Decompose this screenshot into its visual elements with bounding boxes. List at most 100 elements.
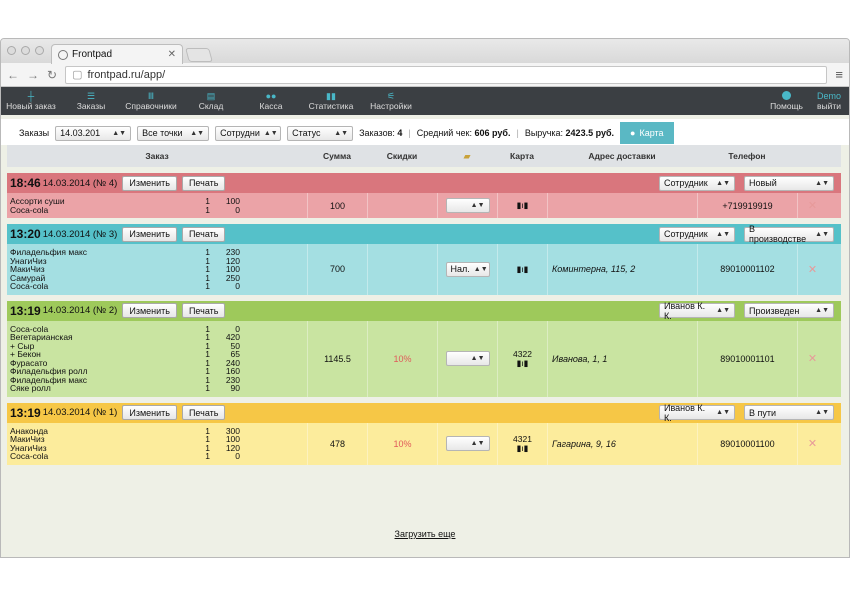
order-sum: 100 [307,193,367,218]
payment-select[interactable]: ▲▼ [445,351,490,366]
nav-item-0[interactable]: ┼ Новый заказ [1,91,61,111]
nav-item-3[interactable]: ▤ Склад [181,91,241,111]
average-check: Средний чек: 606 руб. [416,128,511,138]
order-status-select[interactable]: Произведен ▲▼ [744,303,834,318]
order-item: Вегетарианская 1 420 [10,332,240,342]
edit-button[interactable]: Изменить [122,405,177,420]
nav-item-5[interactable]: ▮▮ Статистика [301,91,361,111]
order-staff-select[interactable]: Сотрудник ▲▼ [659,175,735,191]
edit-button[interactable]: Изменить [122,175,177,191]
order-card: 13:19 14.03.2014 (№ 1) Изменить Печать Ивано… [7,402,841,465]
delete-icon[interactable]: ✕ [808,352,817,365]
payment-select[interactable]: ▲▼ [445,436,490,451]
order-status-select[interactable]: В производстве ▲▼ [744,224,834,244]
main-nav: ┼ Новый заказ ☰ Заказы Ⅲ Справочники ▤ Склад ●● К… [1,87,849,115]
url-field[interactable]: ▢ frontpad.ru/app/ [65,65,828,84]
delete-icon[interactable]: ✕ [808,437,817,450]
order-date: 14.03.2014 (№ 1) [42,407,118,418]
chevron-down-icon: ▲▼ [815,179,829,187]
nav-item-1[interactable]: ☰ Заказы [61,91,121,111]
status-select[interactable]: Статус ▲▼ [287,125,354,141]
maximize-window-button[interactable] [35,46,44,55]
order-card-cell: ▮ı▮ [517,264,529,274]
order-item: УнагиЧиз 1 120 [10,255,240,266]
order-staff-select[interactable]: Сотрудник ▲▼ [659,226,735,242]
logout-link[interactable]: выйти [817,101,841,111]
col-order: Заказ [145,151,169,161]
order-card: 13:19 14.03.2014 (№ 2) Изменить Печать Ивано… [7,300,841,397]
print-button[interactable]: Печать [181,226,226,242]
browser-menu-icon[interactable]: ≡ [835,67,843,82]
map-button[interactable]: ● Карта [620,122,674,144]
order-time: 18:46 [10,176,41,190]
forward-icon[interactable]: → [27,68,39,82]
edit-button[interactable]: Изменить [122,303,177,318]
orders-page: Заказы 14.03.201 ▲▼ Все точки ▲▼ Сотрудни ▲… [1,115,849,557]
settings-icon: ⚟ [386,91,396,101]
browser-tab[interactable]: Frontpad ✕ [51,44,183,64]
order-discount: 10% [367,422,437,465]
tab-bar: Frontpad ✕ [1,39,849,64]
order-item: Самурай 1 250 [10,272,240,283]
load-more-link[interactable]: Загрузить еще [1,529,849,539]
url-text: frontpad.ru/app/ [87,68,166,81]
browser-window: Frontpad ✕ ← → ↻ ▢ frontpad.ru/app/ ≡ ┼ Н… [0,38,850,558]
order-card-cell: 4321 ▮ı▮ [513,433,532,453]
back-icon[interactable]: ← [7,68,19,82]
user-name: Demo [816,91,841,101]
order-body: Анаконда 1 300 МакиЧиз 1 100 УнагиЧиз 1 120 Coca-… [7,422,841,465]
order-item: Coca-cola 1 0 [10,281,240,291]
print-button[interactable]: Печать [181,303,226,318]
nav-item-4[interactable]: ●● Касса [241,91,301,111]
print-button[interactable]: Печать [181,405,226,420]
order-staff-select[interactable]: Иванов К. К. ▲▼ [659,403,735,423]
delete-icon[interactable]: ✕ [808,263,817,276]
chevron-down-icon: ▲▼ [716,230,730,238]
nav-label: Настройки [370,101,412,111]
order-date: 14.03.2014 (№ 2) [42,305,118,316]
order-phone: 89010001102 [697,244,797,295]
order-body: Ассорти суши 1 100 Coca-cola 1 0 100 ▲▼ ▮ı▮ +7199… [7,193,841,218]
order-status-select[interactable]: В пути ▲▼ [744,405,834,420]
order-item: Филадельфия макс 1 230 [10,247,240,257]
box-icon: ▤ [206,91,216,101]
chart-icon: ▮▮ [326,91,336,101]
print-button[interactable]: Печать [181,175,226,191]
barcode-icon: ▮ı▮ [516,357,529,368]
order-phone: +719919919 [697,193,797,218]
tab-close-icon[interactable]: ✕ [168,49,176,60]
order-phone: 89010001100 [697,422,797,465]
minimize-window-button[interactable] [21,46,30,55]
close-window-button[interactable] [7,46,16,55]
edit-button[interactable]: Изменить [122,226,177,242]
window-controls [7,46,44,55]
orders-count: Заказов: 4 [359,128,403,138]
order-address: Гагарина, 9, 16 [547,422,697,465]
order-staff-select[interactable]: Иванов К. К. ▲▼ [659,301,735,321]
reload-icon[interactable]: ↻ [47,68,57,82]
col-address: Адрес доставки [588,151,656,161]
order-address: Иванова, 1, 1 [547,320,697,397]
order-items: Coca-cola 1 0 Вегетарианская 1 420 + Сыр 1 50 + Б… [7,321,307,397]
delete-icon[interactable]: ✕ [808,199,817,212]
payment-select[interactable]: Нал. ▲▼ [445,261,490,277]
nav-item-6[interactable]: ⚟ Настройки [361,91,421,111]
order-status-select[interactable]: Новый ▲▼ [744,175,834,191]
payment-select[interactable]: ▲▼ [445,198,490,213]
order-time: 13:19 [10,405,41,420]
nav-item-2[interactable]: Ⅲ Справочники [121,91,181,111]
orders-label: Заказы [19,128,50,138]
order-item: Филадельфия макс 1 230 [10,374,240,385]
staff-select[interactable]: Сотрудни ▲▼ [215,125,282,141]
new-tab-button[interactable] [185,48,213,62]
book-icon: Ⅲ [147,91,155,101]
help-button[interactable]: Помощь [770,91,803,111]
order-discount [367,244,437,295]
user-menu[interactable]: Demo выйти [817,91,841,111]
chevron-down-icon: ▲▼ [470,355,485,362]
tab-title: Frontpad [72,49,113,60]
order-item: Coca-cola 1 0 [10,204,240,215]
points-select[interactable]: Все точки ▲▼ [137,125,210,141]
order-item: + Сыр 1 50 [10,340,240,351]
date-select[interactable]: 14.03.201 ▲▼ [55,125,132,141]
